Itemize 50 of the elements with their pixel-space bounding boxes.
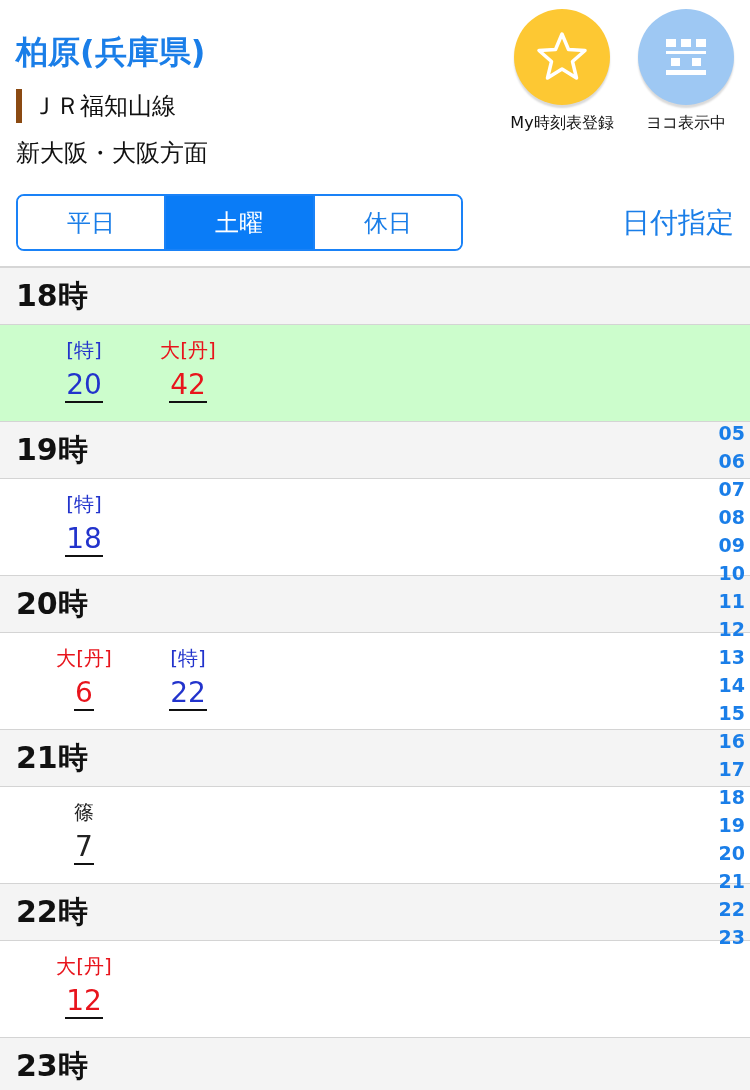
departure-minute-link[interactable]: 6 <box>74 677 94 711</box>
departure-minute-link[interactable]: 18 <box>65 523 103 557</box>
train-type-label: 篠 <box>74 799 94 825</box>
hour-index-link[interactable]: 05 <box>718 419 745 447</box>
train-type-label: [特] <box>66 491 102 517</box>
hour-index-link[interactable]: 09 <box>718 531 745 559</box>
departure-minute-link[interactable]: 7 <box>74 831 94 865</box>
hour-index-link[interactable]: 20 <box>718 839 745 867</box>
departure-minute-link[interactable]: 22 <box>169 677 207 711</box>
star-icon <box>535 31 589 83</box>
favorite-button[interactable]: My時刻表登録 <box>502 9 622 133</box>
hour-index-link[interactable]: 18 <box>718 783 745 811</box>
layout-button[interactable]: ヨコ表示中 <box>626 9 746 133</box>
hour-index-link[interactable]: 07 <box>718 475 745 503</box>
train-type-label: [特] <box>170 645 206 671</box>
hour-index-link[interactable]: 14 <box>718 671 745 699</box>
hour-index-link[interactable]: 17 <box>718 755 745 783</box>
hour-index-link[interactable]: 19 <box>718 811 745 839</box>
train-type-label: [特] <box>66 337 102 363</box>
hour-index-link[interactable]: 21 <box>718 867 745 895</box>
hour-heading: 19時 <box>16 430 88 469</box>
hour-heading: 22時 <box>16 892 88 931</box>
direction-text: 新大阪・大阪方面 <box>16 138 208 169</box>
day-tab[interactable]: 休日 <box>312 196 461 249</box>
hour-index-link[interactable]: 08 <box>718 503 745 531</box>
hour-index-link[interactable]: 12 <box>718 615 745 643</box>
day-tab[interactable]: 土曜 <box>164 196 313 249</box>
hour-index-link[interactable]: 16 <box>718 727 745 755</box>
departure-minute-link[interactable]: 42 <box>169 369 207 403</box>
hour-heading: 21時 <box>16 738 88 777</box>
hour-heading: 20時 <box>16 584 88 623</box>
hour-heading: 23時 <box>16 1046 88 1085</box>
train-type-label: 大[丹] <box>56 645 112 671</box>
date-select-link[interactable]: 日付指定 <box>622 203 734 242</box>
departure-minute-link[interactable]: 20 <box>65 369 103 403</box>
hour-index-link[interactable]: 11 <box>718 587 745 615</box>
hour-index-link[interactable]: 06 <box>718 447 745 475</box>
hour-index-link[interactable]: 23 <box>718 923 745 951</box>
train-type-label: 大[丹] <box>160 337 216 363</box>
departure-minute-link[interactable]: 12 <box>65 985 103 1019</box>
hour-index-link[interactable]: 15 <box>718 699 745 727</box>
line-name: ＪＲ福知山線 <box>32 91 176 122</box>
train-type-label: 大[丹] <box>56 953 112 979</box>
hour-index-link[interactable]: 22 <box>718 895 745 923</box>
hour-index-link[interactable]: 13 <box>718 643 745 671</box>
grid-icon <box>666 39 706 75</box>
hour-heading: 18時 <box>16 276 88 315</box>
hour-index-link[interactable]: 10 <box>718 559 745 587</box>
station-title: 柏原(兵庫県) <box>16 32 206 72</box>
line-color-bar <box>16 89 22 123</box>
